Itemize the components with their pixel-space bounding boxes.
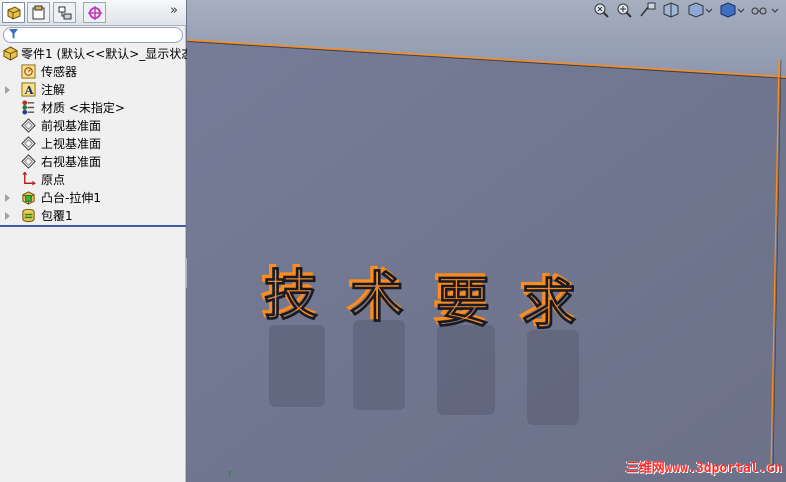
tree-item-front-plane[interactable]: 前视基准面 <box>0 117 186 135</box>
wrap-icon <box>22 208 35 223</box>
rollback-bar[interactable] <box>0 225 186 227</box>
panel-tabs: » <box>0 0 186 26</box>
plane-icon <box>21 136 36 151</box>
tree-item-label: 原点 <box>41 173 66 187</box>
previous-view-icon[interactable] <box>639 2 657 18</box>
configuration-manager-icon[interactable] <box>53 2 76 23</box>
tree-item-annotations[interactable]: A 注解 <box>0 81 186 99</box>
dimxpert-manager-icon[interactable] <box>83 2 106 23</box>
tree-item-wrap[interactable]: 包覆1 <box>0 207 186 225</box>
part-icon <box>3 46 18 61</box>
model-view: 技 术 要 求 技 术 要 求 <box>187 0 786 482</box>
sensor-icon <box>21 64 36 79</box>
watermark: 三维网www.3dportal.cn <box>625 461 782 476</box>
graphics-area[interactable]: 技 术 要 求 技 术 要 求 Y 三维网www.3dportal.cn <box>187 0 786 482</box>
plane-icon <box>21 154 36 169</box>
plane-icon <box>21 118 36 133</box>
tree-item-top-plane[interactable]: 上视基准面 <box>0 135 186 153</box>
expand-triangle-icon[interactable] <box>5 86 10 94</box>
tree-item-label: 凸台-拉伸1 <box>41 191 101 205</box>
section-view-icon[interactable] <box>662 2 680 18</box>
zoom-area-icon[interactable] <box>616 2 634 18</box>
expand-panel-button[interactable]: » <box>170 3 178 18</box>
tree-item-label: 右视基准面 <box>41 155 102 169</box>
tree-item-label: 上视基准面 <box>41 137 102 151</box>
material-icon <box>22 100 35 115</box>
filter-icon <box>9 29 18 39</box>
tree-item-boss-extrude[interactable]: 凸台-拉伸1 <box>0 189 186 207</box>
expand-triangle-icon[interactable] <box>5 194 10 202</box>
tree-item-label: 前视基准面 <box>41 119 102 133</box>
embossed-char-outline: 技 <box>264 263 318 327</box>
tree-item-label: 包覆1 <box>41 209 73 223</box>
feature-tree: 零件1 (默认<<默认>_显示状态 传感器 A 注解 材质 <未指定> 前视基准… <box>0 45 193 225</box>
feature-manager-icon[interactable] <box>2 2 25 23</box>
display-style-icon[interactable] <box>719 2 745 18</box>
filter-input[interactable] <box>3 27 183 43</box>
tree-item-label: 材质 <未指定> <box>41 101 125 115</box>
tree-item-label: 传感器 <box>41 65 78 79</box>
tree-item-label: 注解 <box>41 83 66 97</box>
expand-triangle-icon[interactable] <box>5 212 10 220</box>
tree-root-label: 零件1 (默认<<默认>_显示状态 <box>21 47 194 61</box>
boss-extrude-icon <box>22 191 35 205</box>
origin-icon <box>22 172 36 186</box>
embossed-char-outline: 求 <box>522 272 576 336</box>
embossed-char-outline: 要 <box>436 270 490 334</box>
tree-item-origin[interactable]: 原点 <box>0 171 186 189</box>
annotation-icon: A <box>21 82 36 97</box>
y-axis-label: Y <box>227 470 233 480</box>
view-orientation-icon[interactable] <box>687 2 713 18</box>
tree-item-sensor[interactable]: 传感器 <box>0 63 186 81</box>
tree-item-right-plane[interactable]: 右视基准面 <box>0 153 186 171</box>
tree-root[interactable]: 零件1 (默认<<默认>_显示状态 <box>0 45 193 63</box>
zoom-to-fit-icon[interactable] <box>593 2 611 18</box>
feature-manager-panel: » 零件1 (默认<<默认>_显示状态 传感器 A 注解 材质 <未指定> 前视… <box>0 0 193 482</box>
hide-show-items-icon[interactable] <box>750 2 780 18</box>
embossed-char-outline: 术 <box>350 265 404 329</box>
property-manager-icon[interactable] <box>27 2 50 23</box>
svg-text:A: A <box>24 83 34 97</box>
tree-item-material[interactable]: 材质 <未指定> <box>0 99 186 117</box>
